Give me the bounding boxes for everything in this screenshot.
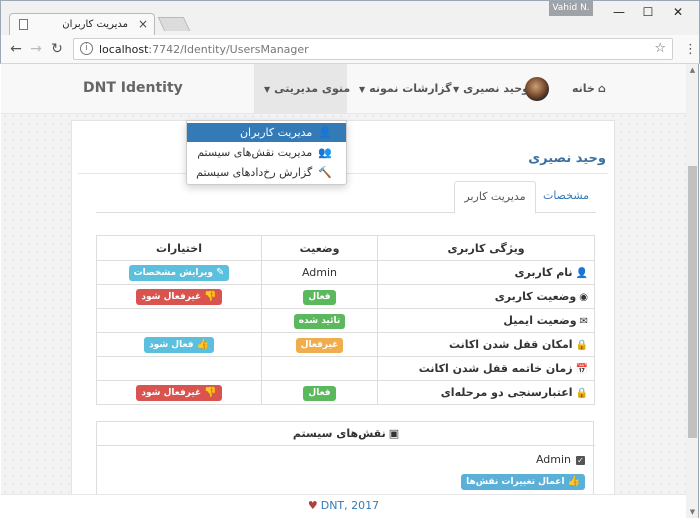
status-badge: فعال [303,289,336,305]
browser-menu-icon[interactable]: ⋮ [684,43,697,56]
brand-logo[interactable]: DNT Identity [83,80,183,96]
scrollbar[interactable]: ▲ ▼ [686,64,699,518]
column-options: اختیارات [96,235,262,261]
users-icon: 👥 [318,146,332,159]
user-icon: 👤 [575,268,588,279]
id-card-icon: ▣ [388,427,400,440]
user-menu[interactable]: وحید نصیری▼ [453,82,529,95]
gavel-icon: 🔨 [318,166,332,179]
table-row: ✎ویرایش مشخصات Admin 👤نام کاربری [96,260,595,285]
home-link[interactable]: ⌂خانه [572,82,606,95]
feature-label: امکان قفل شدن اکانت [448,338,573,351]
user-name-label: وحید نصیری [463,82,529,95]
caret-down-icon: ▼ [453,85,460,94]
new-tab-button[interactable] [157,17,191,31]
scroll-down-icon[interactable]: ▼ [686,508,699,516]
admin-menu-toggle[interactable]: منوی مدیریتی▼ [254,64,351,114]
menu-item-role-management[interactable]: 👥مدیریت نقش‌های سیستم [187,143,346,162]
table-row: 👍فعال شود غیرفعال 🔒امکان قفل شدن اکانت [96,332,595,357]
reports-label: گزارشات نمونه [369,82,452,95]
menu-item-system-log[interactable]: 🔨گزارش رخ‌دادهای سیستم [187,163,346,182]
calendar-icon: 📅 [575,364,588,375]
feature-label: زمان خاتمه قفل شدن اکانت [418,362,573,375]
roles-panel: ▣نقش‌های سیستم ✓ Admin 👍اعمال تغییرات نقش… [96,421,595,497]
admin-dropdown-menu: 👤مدیریت کاربران 👥مدیریت نقش‌های سیستم 🔨گ… [186,120,347,185]
browser-tab[interactable]: مدیریت کاربران × [9,13,155,36]
tab-title: مدیریت کاربران [62,19,128,30]
page-footer: ♥ DNT, 2017 [1,494,686,518]
role-label: Admin [535,453,571,466]
user-icon: 👤 [318,126,332,139]
home-label: خانه [572,82,595,95]
scroll-thumb[interactable] [688,166,697,438]
checkbox[interactable]: ✓ [576,456,585,465]
user-features-table: اختیارات وضعیت ویژگی کاربری ✎ویرایش مشخص… [96,235,595,405]
page-icon [19,19,28,30]
site-navbar: DNT Identity منوی مدیریتی▼ گزارشات نمونه… [1,64,686,114]
url-text[interactable]: localhost:7742/Identity/UsersManager [99,43,309,56]
edit-profile-button[interactable]: ✎ویرایش مشخصات [128,264,230,281]
reload-icon[interactable]: ↻ [48,40,66,58]
table-row: 📅زمان خاتمه قفل شدن اکانت [96,356,595,381]
reports-menu[interactable]: گزارشات نمونه▼ [359,82,452,95]
bookmark-star-icon[interactable]: ☆ [654,41,666,56]
user-circle-icon: ◉ [579,292,588,303]
avatar[interactable] [525,77,549,101]
forward-icon[interactable]: → [27,40,45,58]
envelope-icon: ✉ [579,316,588,327]
tab-user-management[interactable]: مدیریت کاربر [454,181,536,214]
feature-label: اعتبارسنجی دو مرحله‌ای [440,386,573,399]
feature-label: وضعیت کاربری [494,290,577,303]
column-status: وضعیت [261,235,378,261]
edit-icon: ✎ [216,266,225,278]
status-badge: غیرفعال [295,337,344,353]
table-header-row: اختیارات وضعیت ویژگی کاربری [96,235,595,261]
table-row: 👎غیرفعال شود فعال ◉وضعیت کاربری [96,284,595,309]
info-icon[interactable]: i [80,42,93,55]
menu-item-user-management[interactable]: 👤مدیریت کاربران [187,123,346,142]
footer-text[interactable]: DNT, 2017 [321,499,379,512]
close-tab-icon[interactable]: × [138,17,148,31]
panel-tabs: مشخصات مدیریت کاربر [96,181,596,214]
table-row: 👎غیرفعال شود فعال 🔒اعتبارسنجی دو مرحله‌ا… [96,380,595,405]
role-item[interactable]: ✓ Admin [536,453,585,466]
apply-roles-button[interactable]: 👍اعمال تغییرات نقش‌ها [461,474,585,490]
caret-down-icon: ▼ [359,85,366,94]
thumbs-down-icon: 👎 [204,290,217,302]
table-row: تائید شده ✉وضعیت ایمیل [96,308,595,333]
back-icon[interactable]: ← [7,40,25,58]
profile-badge[interactable]: Vahid N. [549,1,593,16]
heart-icon: ♥ [307,499,318,512]
feature-label: وضعیت ایمیل [503,314,577,327]
tab-profile[interactable]: مشخصات [536,181,596,213]
minimize-icon[interactable]: — [605,4,633,20]
roles-title: نقش‌های سیستم [292,427,386,440]
username-value: Admin [261,260,378,285]
browser-toolbar: ← → ↻ i localhost:7742/Identity/UsersMan… [0,35,700,64]
page-viewport: DNT Identity منوی مدیریتی▼ گزارشات نمونه… [1,64,686,518]
thumbs-up-icon: 👍 [567,476,580,487]
activate-lockout-button[interactable]: 👍فعال شود [144,336,214,353]
scroll-up-icon[interactable]: ▲ [686,66,699,74]
roles-header: ▣نقش‌های سیستم [97,422,595,446]
thumbs-up-icon: 👍 [196,338,209,350]
lock-icon: 🔒 [575,388,588,399]
thumbs-down-icon: 👎 [204,386,217,398]
column-feature: ویژگی کاربری [377,235,595,261]
feature-label: نام کاربری [514,266,573,279]
browser-titlebar: مدیریت کاربران × Vahid N. — ☐ ✕ [0,0,700,36]
address-bar[interactable]: i localhost:7742/Identity/UsersManager ☆ [73,38,673,60]
deactivate-user-button[interactable]: 👎غیرفعال شود [136,288,222,305]
close-window-icon[interactable]: ✕ [664,4,692,20]
lock-icon: 🔒 [575,340,588,351]
deactivate-2fa-button[interactable]: 👎غیرفعال شود [136,384,222,401]
panel-title: وحید نصیری [528,151,606,166]
caret-down-icon: ▼ [264,85,271,94]
status-badge: فعال [303,385,336,401]
home-icon: ⌂ [597,82,606,95]
admin-menu-label: منوی مدیریتی [274,82,351,95]
maximize-icon[interactable]: ☐ [634,4,662,20]
status-badge: تائید شده [293,313,346,329]
